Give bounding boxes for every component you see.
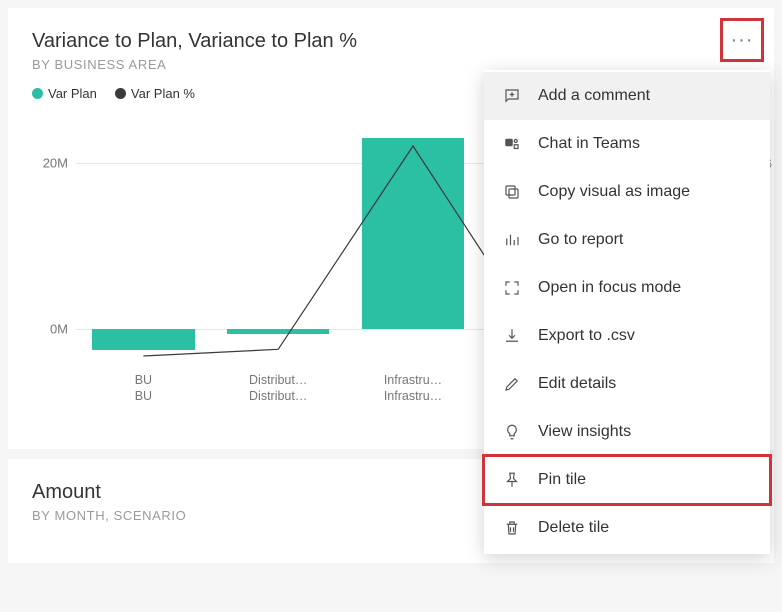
go-report-icon (502, 230, 522, 250)
add-comment-icon (502, 86, 522, 106)
view-insights-icon (502, 422, 522, 442)
x-axis-label: BUBU (76, 373, 211, 431)
legend-item-var-plan[interactable]: Var Plan (32, 86, 97, 101)
menu-item-export-csv[interactable]: Export to .csv (484, 312, 770, 360)
delete-tile-icon (502, 518, 522, 538)
menu-item-label: Export to .csv (538, 327, 635, 345)
menu-item-go-report[interactable]: Go to report (484, 216, 770, 264)
chat-teams-icon: T (502, 134, 522, 154)
menu-item-edit-details[interactable]: Edit details (484, 360, 770, 408)
menu-item-delete-tile[interactable]: Delete tile (484, 504, 770, 552)
export-csv-icon (502, 326, 522, 346)
legend-label: Var Plan (48, 86, 97, 101)
menu-item-label: Edit details (538, 375, 616, 393)
svg-text:T: T (507, 141, 511, 147)
menu-item-chat-teams[interactable]: T Chat in Teams (484, 120, 770, 168)
y-tick: 20M (43, 155, 68, 170)
menu-item-label: Copy visual as image (538, 183, 690, 201)
tile-context-menu: Add a comment T Chat in Teams Copy visual a… (484, 70, 770, 554)
copy-image-icon (502, 182, 522, 202)
annotation-highlight-more (720, 18, 764, 62)
legend-label: Var Plan % (131, 86, 195, 101)
legend-item-var-plan-pct[interactable]: Var Plan % (115, 86, 195, 101)
menu-item-label: Chat in Teams (538, 135, 640, 153)
legend-swatch (115, 88, 126, 99)
edit-details-icon (502, 374, 522, 394)
menu-item-label: Add a comment (538, 87, 650, 105)
tile-title: Variance to Plan, Variance to Plan % (32, 28, 750, 54)
focus-mode-icon (502, 278, 522, 298)
y-axis: 20M 0M (32, 121, 72, 371)
menu-item-focus-mode[interactable]: Open in focus mode (484, 264, 770, 312)
menu-item-pin-tile[interactable]: Pin tile (484, 456, 770, 504)
x-axis-label: Distribut…Distribut… (211, 373, 346, 431)
menu-item-label: Delete tile (538, 519, 609, 537)
menu-item-label: Go to report (538, 231, 623, 249)
menu-item-copy-image[interactable]: Copy visual as image (484, 168, 770, 216)
menu-item-view-insights[interactable]: View insights (484, 408, 770, 456)
legend-swatch (32, 88, 43, 99)
annotation-highlight-pin (482, 454, 772, 506)
menu-item-add-comment[interactable]: Add a comment (484, 72, 770, 120)
y-tick: 0M (50, 322, 68, 337)
x-axis-label: Infrastru…Infrastru… (346, 373, 481, 431)
menu-item-label: Open in focus mode (538, 279, 681, 297)
menu-item-label: View insights (538, 423, 631, 441)
